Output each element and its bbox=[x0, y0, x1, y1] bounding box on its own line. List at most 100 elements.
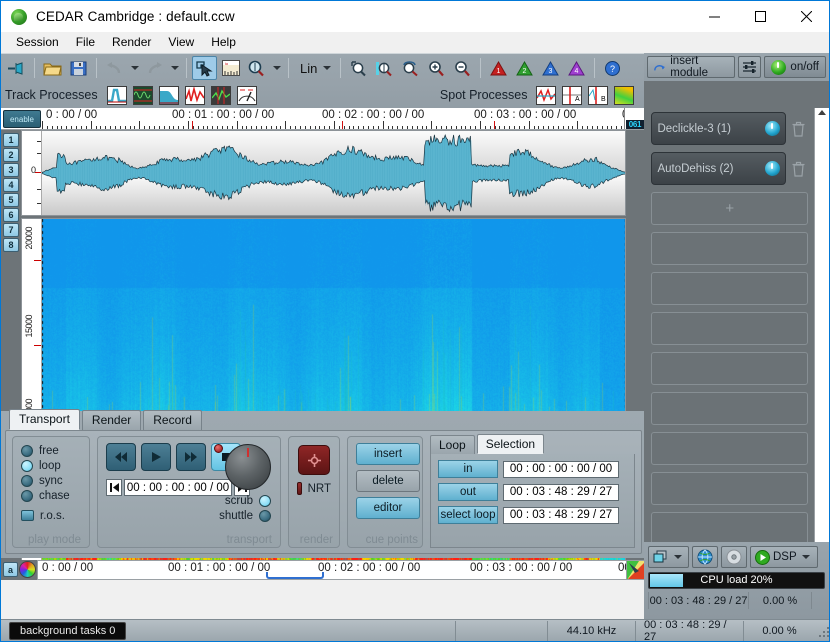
play-mode-sync[interactable]: sync bbox=[21, 473, 81, 488]
empty-module-slot[interactable] bbox=[651, 352, 808, 385]
decrackle-proc-icon[interactable] bbox=[158, 85, 179, 105]
loop-selection-bracket[interactable] bbox=[266, 572, 324, 579]
tab-selection[interactable]: Selection bbox=[476, 434, 545, 454]
play-mode-loop[interactable]: loop bbox=[21, 458, 81, 473]
empty-module-slot[interactable] bbox=[651, 512, 808, 545]
window-dropdown-icon[interactable] bbox=[671, 546, 684, 568]
select-loop-button[interactable]: select loop bbox=[438, 506, 498, 524]
tab-record[interactable]: Record bbox=[143, 410, 202, 430]
open-folder-icon[interactable] bbox=[40, 56, 65, 80]
help-question-icon[interactable]: ? bbox=[600, 56, 625, 80]
selection-in-value[interactable]: 00 : 00 : 00 : 00 / 00 bbox=[503, 460, 619, 478]
onoff-button[interactable]: on/off bbox=[764, 56, 826, 78]
add-module-slot[interactable]: + bbox=[651, 192, 808, 225]
empty-module-slot[interactable] bbox=[651, 272, 808, 305]
save-disk-icon[interactable] bbox=[66, 56, 91, 80]
play-mode-ros[interactable]: r.o.s. bbox=[21, 508, 81, 523]
track-number-3[interactable]: 3 bbox=[3, 163, 19, 177]
color-mode-button[interactable]: a bbox=[3, 562, 18, 577]
track-number-4[interactable]: 4 bbox=[3, 178, 19, 192]
track-number-6[interactable]: 6 bbox=[3, 208, 19, 222]
spot-retouch-icon[interactable] bbox=[536, 85, 557, 105]
zoom-prev-icon[interactable] bbox=[398, 56, 423, 80]
spot-split-b-icon[interactable]: B bbox=[588, 85, 609, 105]
redo-icon[interactable] bbox=[142, 56, 167, 80]
zoom-selection-icon[interactable] bbox=[346, 56, 371, 80]
menu-item-view[interactable]: View bbox=[160, 32, 202, 53]
module-delete-icon[interactable] bbox=[792, 161, 805, 177]
retouch-proc-icon[interactable] bbox=[236, 85, 257, 105]
marker-1-icon[interactable]: 1 bbox=[486, 56, 511, 80]
zoom-in-icon[interactable] bbox=[424, 56, 449, 80]
cue-insert-button[interactable]: insert bbox=[356, 443, 420, 465]
menu-item-render[interactable]: Render bbox=[104, 32, 159, 53]
window-tile-button[interactable] bbox=[648, 546, 689, 568]
module-slot[interactable]: Declickle-3 (1) bbox=[651, 112, 805, 145]
undo-dropdown-icon[interactable] bbox=[128, 57, 141, 79]
color-wheel-icon[interactable] bbox=[19, 561, 36, 578]
insert-module-button[interactable]: insert module bbox=[647, 55, 736, 79]
spot-split-a-icon[interactable]: A bbox=[562, 85, 583, 105]
marker-4-icon[interactable]: 4 bbox=[564, 56, 589, 80]
minimize-icon[interactable] bbox=[691, 1, 737, 32]
selection-out-value[interactable]: 00 : 03 : 48 : 29 / 27 bbox=[503, 483, 619, 501]
shuttle-row[interactable]: shuttle bbox=[214, 508, 271, 523]
ruler-scale-top[interactable]: 0 : 00 / 00 00 : 01 : 00 : 00 / 00 00 : … bbox=[42, 108, 625, 129]
zoom-out-icon[interactable] bbox=[450, 56, 475, 80]
magnifier-tool-icon[interactable] bbox=[244, 56, 269, 80]
network-button[interactable] bbox=[692, 546, 718, 568]
marker-2-icon[interactable]: 2 bbox=[512, 56, 537, 80]
chevron-up-icon[interactable] bbox=[818, 110, 826, 115]
cue-editor-button[interactable]: editor bbox=[356, 497, 420, 519]
dsp-button[interactable]: DSP bbox=[750, 546, 818, 568]
menu-item-session[interactable]: Session bbox=[8, 32, 67, 53]
track-number-5[interactable]: 5 bbox=[3, 193, 19, 207]
module-power-icon[interactable] bbox=[765, 121, 780, 136]
fast-forward-button[interactable] bbox=[176, 443, 206, 471]
scale-dropdown-icon[interactable] bbox=[320, 57, 333, 79]
tab-loop[interactable]: Loop bbox=[430, 435, 475, 454]
ros-toggle-icon[interactable] bbox=[21, 510, 34, 521]
empty-module-slot[interactable] bbox=[651, 232, 808, 265]
empty-module-slot[interactable] bbox=[651, 392, 808, 425]
scale-select[interactable]: Lin bbox=[294, 57, 335, 79]
magnifier-dropdown-icon[interactable] bbox=[270, 57, 283, 79]
undo-icon[interactable] bbox=[102, 56, 127, 80]
marker-3-icon[interactable]: 3 bbox=[538, 56, 563, 80]
radio-chase-icon[interactable] bbox=[21, 489, 33, 502]
render-button[interactable] bbox=[298, 445, 330, 475]
skip-start-button[interactable] bbox=[106, 479, 122, 496]
scrub-row[interactable]: scrub bbox=[214, 493, 271, 508]
selection-in-button[interactable]: in bbox=[438, 460, 498, 478]
empty-module-slot[interactable] bbox=[651, 312, 808, 345]
module-delete-icon[interactable] bbox=[792, 121, 805, 137]
rack-scrollbar[interactable] bbox=[814, 108, 829, 580]
track-number-1[interactable]: 1 bbox=[3, 133, 19, 147]
module-power-icon[interactable] bbox=[765, 161, 780, 176]
ruler-scale-bottom[interactable]: 0 : 00 / 00 00 : 01 : 00 : 00 / 00 00 : … bbox=[37, 560, 626, 580]
jog-knob[interactable] bbox=[225, 444, 271, 490]
dsp-dropdown-icon[interactable] bbox=[800, 546, 813, 568]
debuzz-proc-icon[interactable] bbox=[184, 85, 205, 105]
scrub-toggle-icon[interactable] bbox=[259, 494, 271, 507]
disc-button[interactable] bbox=[721, 546, 747, 568]
shuttle-toggle-icon[interactable] bbox=[259, 509, 271, 522]
tab-render[interactable]: Render bbox=[81, 410, 142, 430]
redo-dropdown-icon[interactable] bbox=[168, 57, 181, 79]
zoom-in-point-icon[interactable] bbox=[372, 56, 397, 80]
io-region-icon[interactable]: io bbox=[218, 56, 243, 80]
pin-marker-icon[interactable] bbox=[4, 56, 29, 80]
track-number-7[interactable]: 7 bbox=[3, 223, 19, 237]
spectral-gradient-icon[interactable] bbox=[626, 560, 646, 580]
cue-delete-button[interactable]: delete bbox=[356, 470, 420, 492]
play-mode-free[interactable]: free bbox=[21, 443, 81, 458]
rack-settings-button[interactable] bbox=[738, 56, 762, 78]
play-button[interactable] bbox=[141, 443, 171, 471]
radio-free-icon[interactable] bbox=[21, 444, 33, 457]
spot-spectral-icon[interactable] bbox=[614, 85, 635, 105]
waveform-canvas[interactable] bbox=[42, 131, 625, 215]
resize-grip-icon[interactable] bbox=[815, 621, 829, 641]
track-number-2[interactable]: 2 bbox=[3, 148, 19, 162]
dehiss-proc-icon[interactable] bbox=[132, 85, 153, 105]
radio-loop-icon[interactable] bbox=[21, 459, 33, 472]
